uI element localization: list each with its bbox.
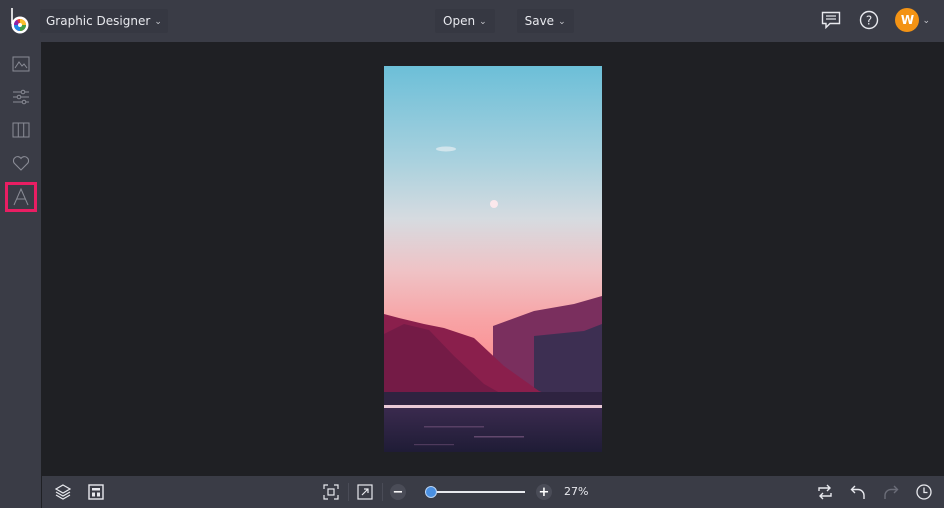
redo-button[interactable]: [880, 482, 902, 502]
fit-screen-icon: [323, 484, 339, 500]
comments-icon[interactable]: [819, 8, 843, 32]
sidebar-item-graphics[interactable]: [5, 148, 37, 178]
chevron-down-icon: ⌄: [479, 17, 487, 27]
undo-icon: [850, 485, 865, 499]
zoom-slider-track: [425, 491, 525, 493]
sidebar-item-text[interactable]: [5, 182, 37, 212]
layout-icon: [88, 484, 104, 500]
redo-icon: [884, 485, 899, 499]
help-icon[interactable]: ?: [857, 8, 881, 32]
save-label: Save: [524, 14, 555, 28]
heart-icon: [12, 156, 30, 171]
swap-button[interactable]: [814, 482, 836, 502]
minus-icon: −: [392, 484, 404, 500]
svg-text:?: ?: [866, 14, 872, 28]
save-menu-button[interactable]: Save ⌄: [516, 9, 574, 33]
canvas-area[interactable]: [41, 42, 944, 476]
layers-button[interactable]: [52, 482, 74, 502]
sidebar-item-edit[interactable]: [5, 82, 37, 112]
sliders-icon: [13, 89, 29, 105]
open-label: Open: [443, 14, 476, 28]
undo-button[interactable]: [847, 482, 869, 502]
app-logo[interactable]: [9, 7, 33, 35]
zoom-in-button[interactable]: +: [536, 484, 552, 500]
expand-button[interactable]: [354, 482, 376, 502]
project-type-label: Graphic Designer: [46, 14, 151, 28]
chevron-down-icon: ⌄: [558, 17, 566, 27]
zoom-out-button[interactable]: −: [390, 484, 406, 500]
avatar: W: [895, 8, 920, 32]
sidebar-item-frames[interactable]: [5, 115, 37, 145]
text-icon: [13, 188, 29, 206]
bottom-toolbar: − + 27%: [42, 476, 944, 508]
divider: [348, 483, 349, 501]
clock-icon: [916, 484, 932, 500]
expand-icon: [357, 484, 373, 500]
columns-icon: [12, 122, 30, 138]
open-menu-button[interactable]: Open ⌄: [435, 9, 495, 33]
plus-icon: +: [538, 484, 550, 500]
divider: [382, 483, 383, 501]
sidebar-item-photos[interactable]: [5, 49, 37, 79]
project-type-dropdown[interactable]: Graphic Designer ⌄: [40, 9, 168, 33]
zoom-percentage: 27%: [564, 485, 589, 498]
chevron-down-icon: ⌄: [922, 16, 930, 26]
image-icon: [12, 56, 30, 72]
top-bar: Graphic Designer ⌄ Open ⌄ Save ⌄ ? W ⌄: [0, 0, 944, 42]
swap-icon: [818, 484, 832, 500]
zoom-slider-thumb[interactable]: [424, 486, 437, 498]
zoom-slider[interactable]: [424, 486, 525, 498]
layout-button[interactable]: [85, 482, 107, 502]
left-sidebar: [0, 42, 41, 508]
layers-icon: [55, 484, 71, 500]
artboard-image[interactable]: [384, 66, 602, 452]
chevron-down-icon: ⌄: [154, 17, 162, 27]
history-button[interactable]: [913, 482, 935, 502]
user-menu[interactable]: W ⌄: [895, 8, 930, 32]
fit-to-screen-button[interactable]: [320, 482, 342, 502]
